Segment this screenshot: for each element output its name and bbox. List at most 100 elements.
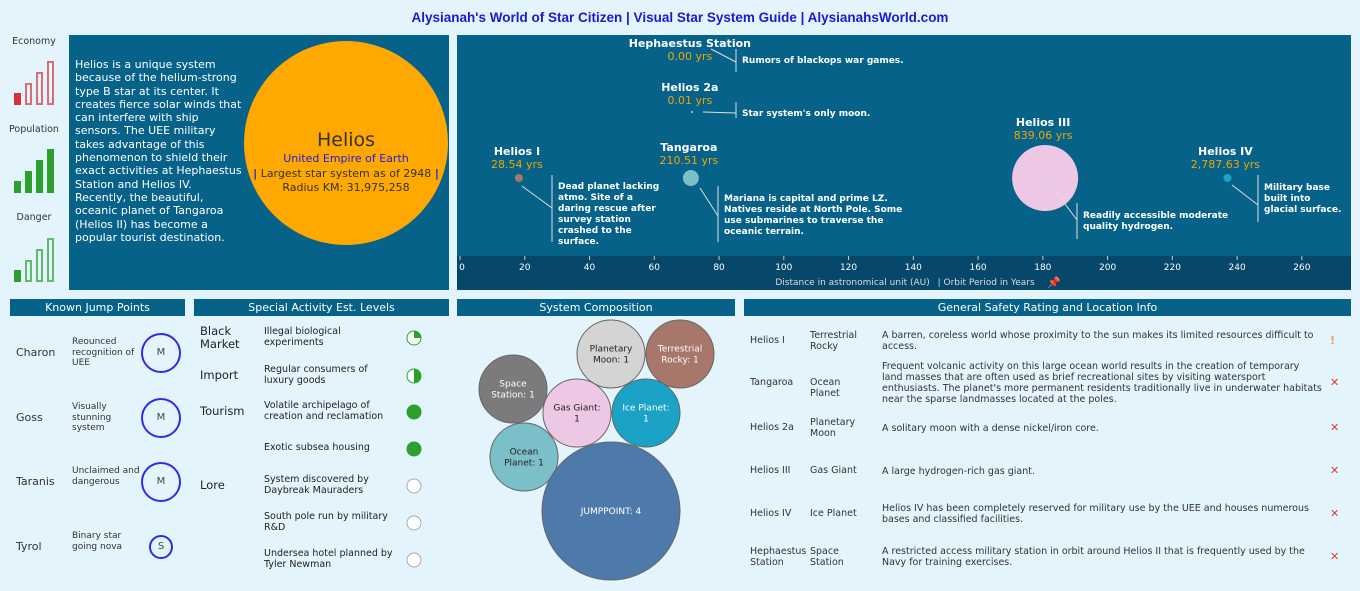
- level-pie-icon: [406, 552, 422, 568]
- economy-signal-icon: [14, 59, 60, 105]
- orbit-point[interactable]: Tangaroa210.51 yrs Mariana is capital and…: [659, 141, 902, 242]
- star-note: Largest star system as of 2948: [260, 167, 432, 180]
- jump-point-name: Charon: [16, 346, 56, 359]
- x-axis-label: Distance in astronomical unit (AU): [775, 278, 929, 288]
- bubble[interactable]: Gas Giant: 1: [542, 378, 612, 448]
- annotation-text: Rumors of blackops war games.: [742, 56, 904, 66]
- jump-point-name: Goss: [16, 411, 43, 424]
- orbit-period: 0.01 yrs: [667, 94, 712, 107]
- composition-bubble-chart: Planetary Moon: 1 Terrestrial Rocky: 1 Space…: [478, 319, 715, 581]
- bubble[interactable]: JUMPPOINT: 4: [541, 441, 681, 581]
- signal-bar: [36, 72, 43, 105]
- orbit-point[interactable]: Helios III839.06 yrs Readily accessible m…: [1012, 116, 1228, 239]
- orbit-point[interactable]: Hephaestus Station0.00 yrs Rumors of blac…: [629, 37, 904, 72]
- activity-desc: Volatile archipelago of creation and rec…: [264, 400, 384, 422]
- planet-name: Helios IV: [1198, 145, 1253, 158]
- activity-desc: System discovered by Daybreak Mauraders: [264, 474, 369, 496]
- x-tick-label: 0: [459, 263, 465, 273]
- location-type: Planetary Moon: [810, 417, 856, 439]
- activity-desc: Illegal biological experiments: [264, 326, 341, 348]
- bubble-label: Ocean Planet: 1: [504, 448, 544, 469]
- indicator-danger-label: Danger: [16, 212, 52, 223]
- annotation-leader: [702, 111, 737, 114]
- planet-marker[interactable]: [690, 111, 693, 113]
- danger-signal-icon: [14, 236, 60, 282]
- planet-marker[interactable]: [1012, 145, 1079, 211]
- activity-category: Tourism: [200, 404, 245, 418]
- activity-desc: Undersea hotel planned by Tyler Newman: [264, 548, 393, 570]
- note-pipe-right: |: [434, 167, 439, 180]
- orbit-period: 210.51 yrs: [659, 154, 718, 167]
- indicator-population-label: Population: [9, 124, 59, 135]
- jump-size-icon: M: [141, 333, 181, 373]
- x-tick-label: 120: [840, 263, 857, 273]
- star-circle[interactable]: Helios United Empire of Earth | Largest …: [244, 41, 448, 245]
- danger-x-icon: ✕: [1330, 376, 1340, 389]
- activity-desc: Exotic subsea housing: [264, 442, 370, 453]
- orbit-point[interactable]: Helios I28.54 yrs Dead planet lacking atmo…: [491, 145, 659, 247]
- orbit-period: 28.54 yrs: [491, 158, 543, 171]
- danger-x-icon: ✕: [1330, 421, 1340, 434]
- annotation-leader: [521, 185, 553, 209]
- planet-name: Tangaroa: [660, 141, 717, 154]
- population-signal-icon: [14, 147, 60, 193]
- x-tick-label: 240: [1229, 263, 1246, 273]
- warning-icon: !: [1330, 334, 1336, 347]
- star-affiliation: United Empire of Earth: [283, 152, 409, 165]
- signal-bar: [36, 249, 43, 282]
- bubble[interactable]: Terrestrial Rocky: 1: [645, 319, 715, 389]
- planet-name: Hephaestus Station: [629, 37, 751, 50]
- activity-category: Lore: [200, 478, 225, 492]
- location-type: Gas Giant: [810, 465, 857, 476]
- annotation-leader: [699, 187, 719, 217]
- signal-bar: [36, 160, 43, 193]
- planet-name: Helios 2a: [661, 81, 718, 94]
- x-tick-label: 200: [1099, 263, 1116, 273]
- x-tick-label: 220: [1164, 263, 1181, 273]
- orbit-period: 2,787.63 yrs: [1191, 158, 1261, 171]
- activity-desc: South pole run by military R&D: [264, 511, 388, 533]
- bubble[interactable]: Ocean Planet: 1: [489, 422, 559, 492]
- bubble[interactable]: Ice Planet: 1: [611, 378, 681, 448]
- x-tick-label: 180: [1034, 263, 1051, 273]
- danger-x-icon: ✕: [1330, 550, 1340, 563]
- jump-size-icon: S: [149, 535, 173, 559]
- orbit-point[interactable]: Helios 2a0.01 yrs Star system's only moon…: [661, 81, 870, 119]
- signal-bar: [25, 260, 32, 282]
- jump-point-desc: Binary star going nova: [72, 531, 123, 552]
- jump-point-name: Taranis: [16, 475, 55, 488]
- orbit-period: 839.06 yrs: [1014, 129, 1073, 142]
- activity-desc: Regular consumers of luxury goods: [264, 364, 368, 386]
- bubble[interactable]: Planetary Moon: 1: [576, 319, 646, 389]
- jump-points-header: Known Jump Points: [10, 299, 185, 316]
- location-name: Helios I: [750, 335, 785, 346]
- annotation-text: Military base built into glacial surface.: [1264, 183, 1341, 215]
- location-type: Ocean Planet: [810, 377, 841, 399]
- x-tick-label: 20: [519, 263, 531, 273]
- pin-icon[interactable]: 📌: [1047, 275, 1061, 289]
- signal-bar: [14, 270, 21, 282]
- composition-header: System Composition: [457, 299, 735, 316]
- jump-size-icon: M: [141, 398, 181, 438]
- annotation-text: Mariana is capital and prime LZ. Natives …: [724, 194, 902, 237]
- system-description: Helios is a unique system because of the…: [75, 58, 242, 244]
- annotation-text: Readily accessible moderate quality hydro…: [1083, 211, 1228, 232]
- x-tick-label: 80: [713, 263, 725, 273]
- signal-bar: [47, 149, 54, 193]
- location-name: Tangaroa: [750, 377, 794, 388]
- planet-marker[interactable]: [682, 170, 699, 186]
- planet-marker[interactable]: [514, 174, 523, 182]
- location-info: Frequent volcanic activity on this large…: [882, 361, 1322, 405]
- planet-marker[interactable]: [1223, 174, 1232, 182]
- safety-header: General Safety Rating and Location Info: [744, 299, 1351, 316]
- location-name: Hephaestus Station: [750, 546, 807, 568]
- x-axis-title: Distance in astronomical unit (AU) | Orb…: [775, 278, 1035, 288]
- jump-point-desc: Unclaimed and dangerous: [72, 466, 140, 487]
- indicator-economy-label: Economy: [12, 36, 56, 47]
- location-name: Helios 2a: [750, 422, 794, 433]
- note-pipe-left: |: [253, 167, 258, 180]
- orbit-chart: 0 20 40 60 80 100 120 140 160 180 200 220 240 260 Dist…: [457, 35, 1351, 290]
- level-pie-icon: [406, 478, 422, 494]
- bubble[interactable]: Space Station: 1: [478, 354, 548, 424]
- level-pie-icon: [406, 404, 422, 420]
